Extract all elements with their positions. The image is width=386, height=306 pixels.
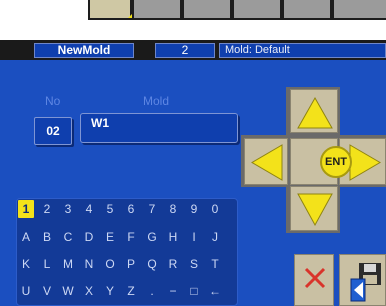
key-period[interactable]: . — [144, 282, 160, 300]
key-n[interactable]: N — [81, 255, 97, 273]
top-tab[interactable] — [282, 0, 330, 18]
key-0[interactable]: 0 — [207, 200, 223, 218]
key-k[interactable]: K — [18, 255, 34, 273]
key-x[interactable]: X — [81, 282, 97, 300]
mold-status: Mold: Default — [219, 43, 386, 58]
key-7[interactable]: 7 — [144, 200, 160, 218]
key-v[interactable]: V — [39, 282, 55, 300]
key-1[interactable]: 1 — [18, 200, 34, 218]
top-tab[interactable] — [332, 0, 386, 18]
key-y[interactable]: Y — [102, 282, 118, 300]
key-r[interactable]: R — [165, 255, 181, 273]
no-label: No — [45, 94, 61, 108]
top-tab[interactable] — [232, 0, 280, 18]
key-q[interactable]: Q — [144, 255, 160, 273]
no-field[interactable]: 02 — [34, 117, 72, 145]
key-s[interactable]: S — [186, 255, 202, 273]
enter-button[interactable]: ENT — [320, 146, 352, 178]
key-h[interactable]: H — [165, 228, 181, 246]
arrow-down-icon — [297, 193, 333, 227]
key-p[interactable]: P — [123, 255, 139, 273]
key-5[interactable]: 5 — [102, 200, 118, 218]
top-tab[interactable] — [182, 0, 230, 18]
key-9[interactable]: 9 — [186, 200, 202, 218]
key-a[interactable]: A — [18, 228, 34, 246]
key-t[interactable]: T — [207, 255, 223, 273]
key-u[interactable]: U — [18, 282, 34, 300]
close-icon — [304, 267, 326, 289]
key-f[interactable]: F — [123, 228, 139, 246]
program-number: 2 — [155, 43, 215, 58]
key-d[interactable]: D — [81, 228, 97, 246]
key-g[interactable]: G — [144, 228, 160, 246]
arrow-left-icon — [251, 144, 283, 181]
key-c[interactable]: C — [60, 228, 76, 246]
key-e[interactable]: E — [102, 228, 118, 246]
mold-name-field[interactable]: W1 — [80, 113, 238, 143]
top-tab-active[interactable] — [90, 0, 130, 18]
key-4[interactable]: 4 — [81, 200, 97, 218]
key-m[interactable]: M — [60, 255, 76, 273]
key-j[interactable]: J — [207, 228, 223, 246]
key-o[interactable]: O — [102, 255, 118, 273]
top-tab[interactable] — [132, 0, 180, 18]
mold-label: Mold — [143, 94, 170, 108]
save-icon — [350, 263, 381, 302]
save-button[interactable] — [339, 254, 386, 306]
key-2[interactable]: 2 — [39, 200, 55, 218]
key-backspace[interactable]: ← — [207, 282, 223, 300]
key-w[interactable]: W — [60, 282, 76, 300]
dpad-left-button[interactable] — [244, 138, 288, 185]
dpad-up-button[interactable] — [290, 89, 338, 133]
key-i[interactable]: I — [186, 228, 202, 246]
program-name: NewMold — [34, 43, 134, 58]
key-l[interactable]: L — [39, 255, 55, 273]
key-3[interactable]: 3 — [60, 200, 76, 218]
key-b[interactable]: B — [39, 228, 55, 246]
key-minus[interactable]: − — [165, 282, 181, 300]
cancel-button[interactable] — [294, 254, 334, 306]
key-space[interactable]: □ — [186, 282, 202, 300]
key-8[interactable]: 8 — [165, 200, 181, 218]
key-6[interactable]: 6 — [123, 200, 139, 218]
key-z[interactable]: Z — [123, 282, 139, 300]
arrow-up-icon — [297, 96, 333, 129]
dpad-down-button[interactable] — [290, 186, 338, 231]
